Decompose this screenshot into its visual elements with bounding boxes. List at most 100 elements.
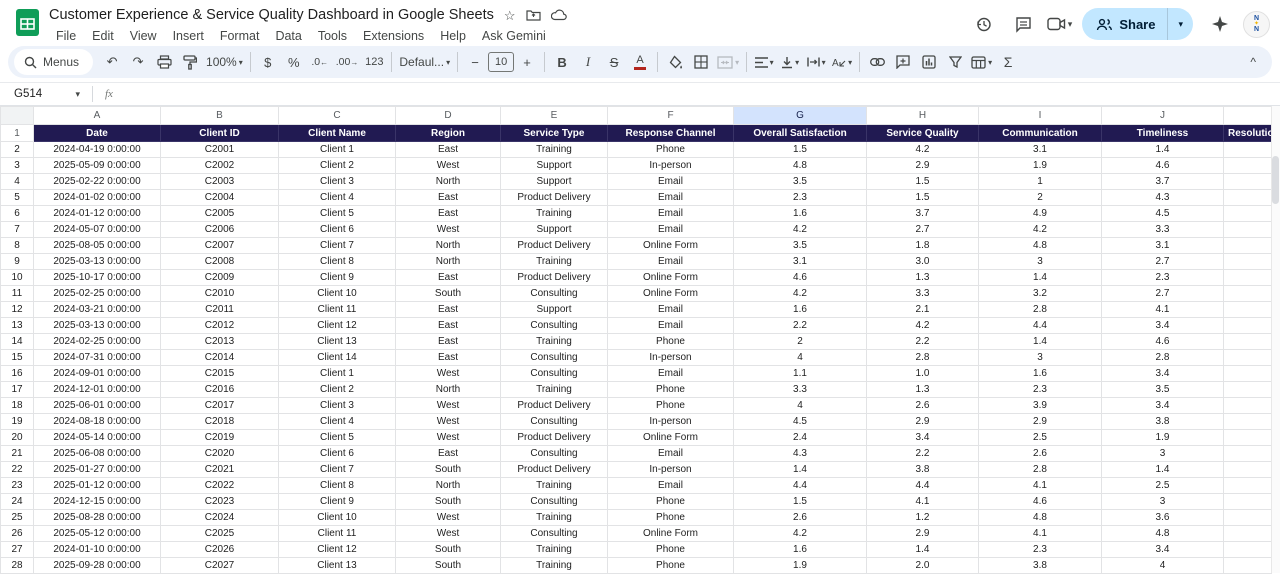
cell[interactable] bbox=[1224, 398, 1272, 414]
row-header-10[interactable]: 10 bbox=[1, 270, 34, 286]
vertical-scrollbar[interactable] bbox=[1271, 106, 1280, 573]
cell[interactable]: 4.8 bbox=[979, 510, 1102, 526]
cell[interactable]: In-person bbox=[608, 414, 734, 430]
cell[interactable]: Product Delivery bbox=[501, 462, 608, 478]
cell[interactable]: C2022 bbox=[161, 478, 279, 494]
cell[interactable]: 2025-03-13 0:00:00 bbox=[34, 318, 161, 334]
cell[interactable]: Product Delivery bbox=[501, 398, 608, 414]
zoom-select[interactable]: 100%▾ bbox=[203, 49, 246, 75]
cell[interactable]: Email bbox=[608, 174, 734, 190]
cell[interactable]: West bbox=[396, 430, 501, 446]
column-header-G[interactable]: G bbox=[734, 107, 867, 125]
cell[interactable]: 2025-02-25 0:00:00 bbox=[34, 286, 161, 302]
cell[interactable]: South bbox=[396, 558, 501, 574]
row-header-20[interactable]: 20 bbox=[1, 430, 34, 446]
cell[interactable] bbox=[1224, 302, 1272, 318]
cell[interactable]: C2027 bbox=[161, 558, 279, 574]
cell[interactable]: C2008 bbox=[161, 254, 279, 270]
cell[interactable]: Client 3 bbox=[279, 398, 396, 414]
cell[interactable]: 1.4 bbox=[1102, 142, 1224, 158]
cell[interactable]: 2.5 bbox=[1102, 478, 1224, 494]
cell[interactable] bbox=[1224, 190, 1272, 206]
cell[interactable]: 3.3 bbox=[734, 382, 867, 398]
vertical-align-button[interactable]: ▾ bbox=[777, 49, 803, 75]
cell[interactable]: Phone bbox=[608, 494, 734, 510]
cell[interactable]: Training bbox=[501, 542, 608, 558]
column-header-A[interactable]: A bbox=[34, 107, 161, 125]
cell[interactable]: East bbox=[396, 190, 501, 206]
cell[interactable]: 2.6 bbox=[734, 510, 867, 526]
cell[interactable] bbox=[1224, 366, 1272, 382]
share-dropdown-caret-icon[interactable]: ▾ bbox=[1168, 19, 1193, 30]
row-header-26[interactable]: 26 bbox=[1, 526, 34, 542]
row-header-2[interactable]: 2 bbox=[1, 142, 34, 158]
row-header-6[interactable]: 6 bbox=[1, 206, 34, 222]
menu-format[interactable]: Format bbox=[213, 28, 267, 44]
functions-button[interactable]: Σ bbox=[995, 49, 1021, 75]
row-header-12[interactable]: 12 bbox=[1, 302, 34, 318]
cell[interactable]: Product Delivery bbox=[501, 270, 608, 286]
select-all-corner[interactable] bbox=[1, 107, 34, 125]
cell[interactable] bbox=[1224, 286, 1272, 302]
format-currency-button[interactable]: $ bbox=[255, 49, 281, 75]
cell[interactable]: Phone bbox=[608, 382, 734, 398]
cell[interactable]: 2025-02-22 0:00:00 bbox=[34, 174, 161, 190]
cell[interactable]: 4.6 bbox=[1102, 334, 1224, 350]
cell[interactable] bbox=[1224, 382, 1272, 398]
cell[interactable] bbox=[1224, 446, 1272, 462]
menu-view[interactable]: View bbox=[123, 28, 164, 44]
cell[interactable]: East bbox=[396, 302, 501, 318]
cell[interactable]: Phone bbox=[608, 398, 734, 414]
document-title[interactable]: Customer Experience & Service Quality Da… bbox=[49, 7, 494, 23]
cell[interactable]: Client 5 bbox=[279, 430, 396, 446]
cell[interactable]: West bbox=[396, 398, 501, 414]
cell[interactable]: 3.8 bbox=[1102, 414, 1224, 430]
cell[interactable]: Client 4 bbox=[279, 190, 396, 206]
bold-button[interactable]: B bbox=[549, 49, 575, 75]
cell[interactable]: Email bbox=[608, 206, 734, 222]
sheet-header-cell[interactable]: Overall Satisfaction bbox=[734, 125, 867, 142]
cell[interactable]: 1.1 bbox=[734, 366, 867, 382]
cell[interactable]: Client 12 bbox=[279, 318, 396, 334]
sheet-header-cell[interactable]: Region bbox=[396, 125, 501, 142]
cell[interactable]: C2018 bbox=[161, 414, 279, 430]
cell[interactable]: 2025-03-13 0:00:00 bbox=[34, 254, 161, 270]
cell[interactable]: 4.2 bbox=[867, 318, 979, 334]
cell[interactable]: Email bbox=[608, 478, 734, 494]
cell[interactable]: North bbox=[396, 478, 501, 494]
cell[interactable]: 2 bbox=[979, 190, 1102, 206]
cell[interactable]: 3.5 bbox=[1102, 382, 1224, 398]
cell[interactable]: Client 2 bbox=[279, 158, 396, 174]
cell[interactable]: Consulting bbox=[501, 446, 608, 462]
cell[interactable]: Consulting bbox=[501, 286, 608, 302]
font-size-input[interactable]: 10 bbox=[488, 52, 514, 72]
cell[interactable]: Phone bbox=[608, 142, 734, 158]
row-header-14[interactable]: 14 bbox=[1, 334, 34, 350]
cell[interactable]: Product Delivery bbox=[501, 430, 608, 446]
cell[interactable] bbox=[1224, 334, 1272, 350]
cell[interactable]: 2024-02-25 0:00:00 bbox=[34, 334, 161, 350]
cell[interactable]: Client 13 bbox=[279, 334, 396, 350]
cell[interactable]: 2.8 bbox=[867, 350, 979, 366]
cell[interactable] bbox=[1224, 318, 1272, 334]
cell[interactable]: C2004 bbox=[161, 190, 279, 206]
cell[interactable]: 1.4 bbox=[979, 270, 1102, 286]
decrease-decimal-button[interactable]: .0← bbox=[307, 49, 333, 75]
cell[interactable]: 1.5 bbox=[734, 142, 867, 158]
column-header-D[interactable]: D bbox=[396, 107, 501, 125]
cell[interactable]: Support bbox=[501, 222, 608, 238]
cell[interactable]: 3 bbox=[1102, 446, 1224, 462]
cell[interactable]: 2.2 bbox=[867, 446, 979, 462]
cell[interactable]: 4.2 bbox=[979, 222, 1102, 238]
cell[interactable]: North bbox=[396, 382, 501, 398]
column-header-F[interactable]: F bbox=[608, 107, 734, 125]
cell[interactable] bbox=[1224, 462, 1272, 478]
decrease-font-size-button[interactable]: − bbox=[462, 49, 488, 75]
cell[interactable]: 3.4 bbox=[1102, 318, 1224, 334]
cloud-status-icon[interactable] bbox=[551, 9, 567, 21]
column-header-B[interactable]: B bbox=[161, 107, 279, 125]
cell[interactable]: Online Form bbox=[608, 526, 734, 542]
text-color-button[interactable]: A bbox=[627, 49, 653, 75]
row-header-1[interactable]: 1 bbox=[1, 125, 34, 142]
cell[interactable]: East bbox=[396, 334, 501, 350]
